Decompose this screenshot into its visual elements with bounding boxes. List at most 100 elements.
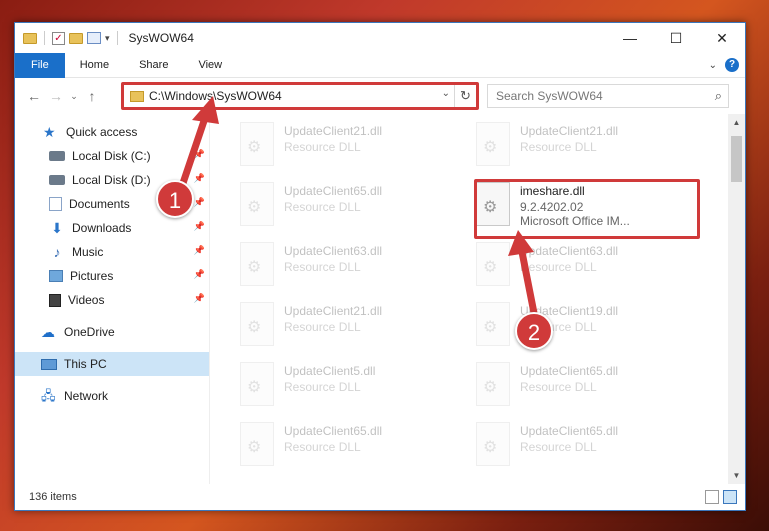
file-name: UpdateClient63.dll bbox=[284, 244, 383, 258]
sidebar-item-label: This PC bbox=[64, 357, 107, 371]
up-button[interactable]: ↑ bbox=[81, 88, 103, 104]
sidebar-item-local-disk-c[interactable]: Local Disk (C:) 📌 bbox=[15, 144, 209, 168]
tiles-view-icon[interactable] bbox=[723, 490, 737, 504]
properties-icon[interactable] bbox=[87, 32, 101, 44]
sidebar-item-network[interactable]: 🖧 Network bbox=[15, 384, 209, 408]
divider bbox=[116, 31, 118, 45]
drive-icon bbox=[49, 151, 65, 161]
back-button[interactable]: ← bbox=[23, 88, 45, 104]
tab-view[interactable]: View bbox=[183, 53, 237, 78]
file-type: Resource DLL bbox=[284, 260, 361, 274]
recent-locations-icon[interactable]: ⌄ bbox=[67, 91, 81, 102]
sidebar-item-label: Quick access bbox=[66, 125, 138, 139]
pin-icon[interactable]: 📌 bbox=[194, 221, 205, 232]
drive-icon bbox=[49, 175, 65, 185]
expand-ribbon-icon[interactable]: ⌄ bbox=[709, 60, 717, 71]
tab-share[interactable]: Share bbox=[124, 53, 183, 78]
file-item[interactable]: UpdateClient21.dll Resource DLL bbox=[476, 122, 696, 174]
file-name: UpdateClient65.dll bbox=[520, 424, 619, 438]
close-button[interactable]: ✕ bbox=[699, 23, 745, 53]
pin-icon[interactable]: 📌 bbox=[194, 197, 205, 208]
dll-file-icon bbox=[240, 362, 274, 406]
ribbon: File Home Share View ⌄ ? bbox=[15, 52, 745, 78]
scroll-up-icon[interactable]: ▲ bbox=[728, 114, 745, 131]
sidebar-item-pictures[interactable]: Pictures 📌 bbox=[15, 264, 209, 288]
pin-icon[interactable]: 📌 bbox=[194, 293, 205, 304]
title-bar: ✓ ▾ SysWOW64 — ☐ ✕ bbox=[15, 23, 745, 53]
file-item[interactable]: UpdateClient65.dll Resource DLL bbox=[240, 422, 460, 474]
video-icon bbox=[49, 293, 61, 307]
step-2-badge: 2 bbox=[515, 312, 553, 350]
file-type: Resource DLL bbox=[520, 260, 597, 274]
help-icon[interactable]: ? bbox=[725, 58, 739, 72]
sidebar-item-this-pc[interactable]: This PC bbox=[15, 352, 209, 376]
properties-check-icon[interactable]: ✓ bbox=[52, 31, 65, 45]
document-icon bbox=[49, 197, 62, 211]
sidebar-item-videos[interactable]: Videos 📌 bbox=[15, 288, 209, 312]
dll-file-icon bbox=[476, 422, 510, 466]
file-item[interactable]: UpdateClient65.dll Resource DLL bbox=[476, 422, 696, 474]
window-title: SysWOW64 bbox=[128, 31, 194, 45]
file-item[interactable]: UpdateClient5.dll Resource DLL bbox=[240, 362, 460, 414]
file-item[interactable]: UpdateClient65.dll Resource DLL bbox=[240, 182, 460, 234]
sidebar-item-label: Network bbox=[64, 389, 109, 403]
sidebar-item-onedrive[interactable]: ☁ OneDrive bbox=[15, 320, 209, 344]
customize-toolbar-icon[interactable]: ▾ bbox=[105, 33, 110, 44]
search-input[interactable]: Search SysWOW64 ⌕ bbox=[487, 84, 729, 108]
search-icon[interactable]: ⌕ bbox=[715, 88, 722, 104]
new-folder-icon[interactable] bbox=[69, 32, 83, 44]
file-item[interactable]: UpdateClient21.dll Resource DLL bbox=[240, 302, 460, 354]
computer-icon bbox=[41, 358, 57, 370]
pin-icon[interactable]: 📌 bbox=[194, 173, 205, 184]
file-item[interactable]: UpdateClient21.dll Resource DLL bbox=[240, 122, 460, 174]
file-type: Resource DLL bbox=[520, 380, 597, 394]
dll-file-icon bbox=[240, 422, 274, 466]
file-type: Resource DLL bbox=[520, 140, 597, 154]
forward-button[interactable]: → bbox=[45, 88, 67, 104]
file-item[interactable]: UpdateClient65.dll Resource DLL bbox=[476, 362, 696, 414]
search-placeholder: Search SysWOW64 bbox=[496, 89, 603, 103]
file-name: UpdateClient21.dll bbox=[284, 124, 383, 138]
details-view-icon[interactable] bbox=[705, 490, 719, 504]
file-name: UpdateClient65.dll bbox=[284, 184, 383, 198]
file-item[interactable]: UpdateClient63.dll Resource DLL bbox=[476, 242, 696, 294]
pin-icon[interactable]: 📌 bbox=[194, 149, 205, 160]
sidebar-item-label: Local Disk (C:) bbox=[72, 149, 151, 163]
navigation-bar: ← → ⌄ ↑ C:\Windows\SysWOW64 ⌄ ↻ Search S… bbox=[15, 78, 745, 114]
dll-file-icon bbox=[240, 182, 274, 226]
address-highlight-box bbox=[121, 82, 479, 110]
sidebar-item-downloads[interactable]: ⬇ Downloads 📌 bbox=[15, 216, 209, 240]
sidebar-item-quick-access[interactable]: ★ Quick access bbox=[15, 120, 209, 144]
file-name: UpdateClient63.dll bbox=[520, 244, 619, 258]
pin-icon[interactable]: 📌 bbox=[194, 245, 205, 256]
scroll-down-icon[interactable]: ▼ bbox=[728, 467, 745, 484]
download-icon: ⬇ bbox=[51, 220, 63, 236]
dll-file-icon bbox=[240, 122, 274, 166]
sidebar-item-label: Pictures bbox=[70, 269, 114, 283]
dll-file-icon bbox=[476, 362, 510, 406]
step-1-badge: 1 bbox=[156, 180, 194, 218]
sidebar-item-label: Documents bbox=[69, 197, 130, 211]
file-item[interactable]: UpdateClient19.dllResource DLL bbox=[476, 302, 696, 354]
pin-icon[interactable]: 📌 bbox=[194, 269, 205, 280]
dll-file-icon bbox=[476, 242, 510, 286]
file-type: Resource DLL bbox=[284, 200, 361, 214]
minimize-button[interactable]: — bbox=[607, 23, 653, 53]
file-name: UpdateClient65.dll bbox=[520, 364, 619, 378]
file-item[interactable]: UpdateClient63.dll Resource DLL bbox=[240, 242, 460, 294]
dll-file-icon bbox=[476, 122, 510, 166]
tab-file[interactable]: File bbox=[15, 52, 65, 78]
maximize-button[interactable]: ☐ bbox=[653, 23, 699, 53]
dll-file-icon bbox=[240, 242, 274, 286]
file-type: Resource DLL bbox=[520, 440, 597, 454]
sidebar-item-music[interactable]: ♪ Music 📌 bbox=[15, 240, 209, 264]
vertical-scrollbar[interactable]: ▲ ▼ bbox=[728, 114, 745, 484]
file-type: Resource DLL bbox=[284, 380, 361, 394]
tab-home[interactable]: Home bbox=[65, 53, 124, 78]
file-type: Resource DLL bbox=[284, 440, 361, 454]
cloud-icon: ☁ bbox=[41, 324, 55, 340]
scroll-thumb[interactable] bbox=[731, 136, 742, 182]
file-type: Resource DLL bbox=[284, 140, 361, 154]
file-name: UpdateClient21.dll bbox=[284, 304, 383, 318]
quick-access-toolbar: ✓ ▾ bbox=[23, 31, 121, 45]
